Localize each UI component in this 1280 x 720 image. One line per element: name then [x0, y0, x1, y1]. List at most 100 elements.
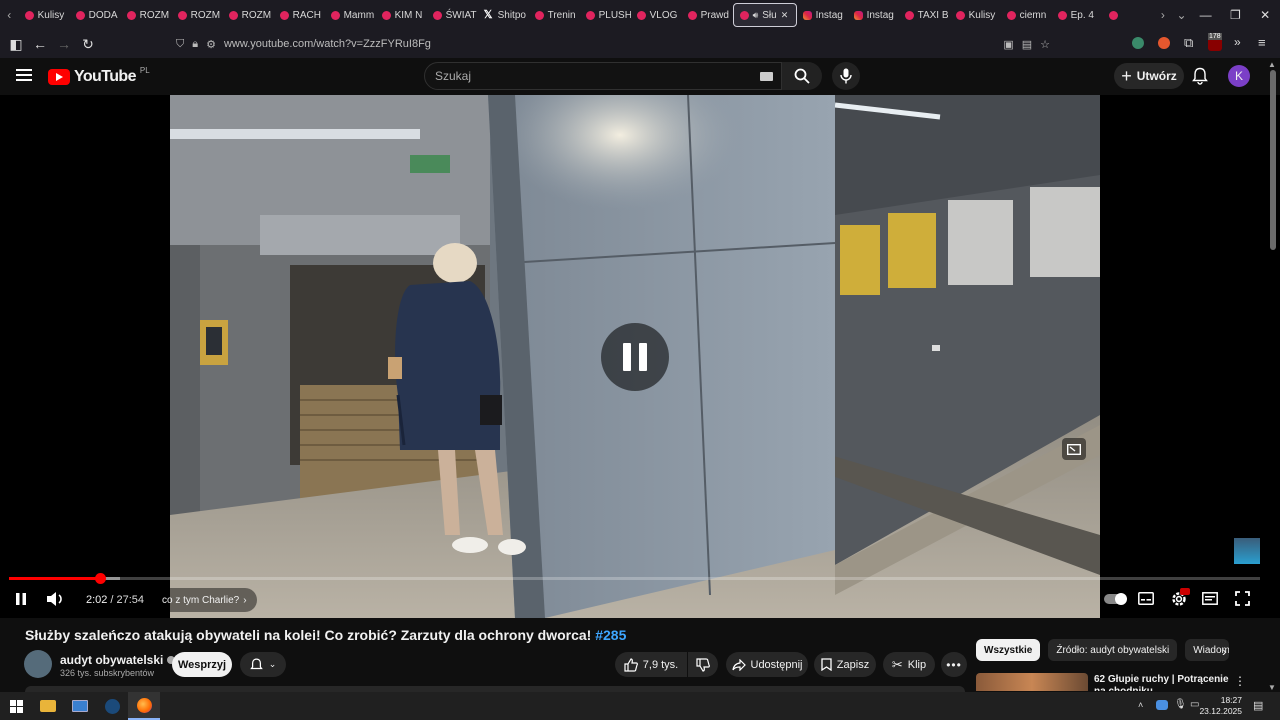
- extensions-puzzle-icon[interactable]: ⧉: [1184, 35, 1193, 51]
- browser-tab[interactable]: ŚWIAT: [427, 3, 478, 27]
- permissions-icon[interactable]: ⚙︎: [206, 38, 216, 51]
- overflow-menu-icon[interactable]: »: [1234, 35, 1241, 49]
- steam-icon[interactable]: [96, 692, 128, 720]
- system-clock[interactable]: 18:27 23.12.2025: [1199, 695, 1242, 717]
- start-button[interactable]: [0, 692, 32, 720]
- like-button[interactable]: 7,9 tys.: [615, 652, 687, 677]
- chip-source-channel[interactable]: Źródło: audyt obywatelski: [1048, 639, 1178, 661]
- forward-button[interactable]: →: [52, 36, 76, 52]
- audio-playing-icon[interactable]: 🔊︎: [753, 10, 759, 21]
- search-button[interactable]: [782, 62, 822, 90]
- vpn-extension-icon[interactable]: [1132, 37, 1144, 49]
- channel-name[interactable]: audyt obywatelski: [60, 653, 163, 667]
- address-bar[interactable]: ⛉ 🔒︎ ⚙︎ www.youtube.com/watch?v=ZzzFYRuI…: [176, 33, 1050, 55]
- share-button[interactable]: Udostępnij: [726, 652, 808, 677]
- tray-chevron-icon[interactable]: ˄: [1138, 700, 1143, 710]
- scroll-up-arrow-icon[interactable]: ▲: [1268, 60, 1276, 69]
- clip-button[interactable]: ✂ Klip: [883, 652, 935, 677]
- bookmark-star-icon[interactable]: ☆: [1040, 38, 1050, 51]
- minimize-window-icon[interactable]: —: [1191, 8, 1221, 22]
- tray-app-icon[interactable]: [1156, 700, 1168, 710]
- sidebar-toggle-icon[interactable]: ◧: [4, 36, 28, 53]
- keyboard-icon[interactable]: [760, 72, 773, 81]
- browser-tab[interactable]: ciemn: [1001, 3, 1052, 27]
- recommendation-menu-icon[interactable]: ⋮: [1234, 674, 1246, 688]
- browser-tab[interactable]: Kulisy: [950, 3, 1001, 27]
- chip-all[interactable]: Wszystkie: [976, 639, 1041, 661]
- youtube-logo[interactable]: YouTube PL: [48, 66, 150, 86]
- search-input[interactable]: [435, 69, 735, 83]
- channel-avatar[interactable]: [24, 650, 52, 678]
- browser-tab[interactable]: 𝕏 Shitpo: [478, 3, 529, 27]
- browser-tab[interactable]: ROZM: [223, 3, 274, 27]
- voice-search-button[interactable]: [832, 62, 860, 90]
- browser-tab[interactable]: Instag: [848, 3, 899, 27]
- browser-tab[interactable]: Prawd: [682, 3, 733, 27]
- browser-tab[interactable]: PLUSH: [580, 3, 631, 27]
- firefox-icon[interactable]: [128, 692, 160, 720]
- dislike-button[interactable]: [688, 652, 718, 677]
- browser-tab[interactable]: TAXI B: [899, 3, 950, 27]
- lock-icon[interactable]: 🔒︎: [192, 38, 198, 51]
- browser-tab[interactable]: Trenin: [529, 3, 580, 27]
- fullscreen-button[interactable]: [1235, 591, 1250, 606]
- recommendation-thumbnail[interactable]: [976, 673, 1088, 691]
- browser-tab[interactable]: [1103, 3, 1154, 27]
- file-explorer-icon[interactable]: [32, 692, 64, 720]
- close-tab-icon[interactable]: ✕: [781, 10, 789, 21]
- create-button[interactable]: + Utwórz: [1114, 63, 1184, 89]
- channel-watermark[interactable]: [1234, 538, 1260, 564]
- autoplay-toggle[interactable]: [1104, 593, 1127, 605]
- video-hashtag-link[interactable]: #285: [595, 627, 626, 643]
- browser-tab[interactable]: Mamm: [325, 3, 376, 27]
- tab-scroll-right-icon[interactable]: ›: [1154, 8, 1173, 22]
- settings-button[interactable]: [1170, 588, 1190, 608]
- more-actions-button[interactable]: •••: [941, 652, 967, 677]
- notifications-center-icon[interactable]: ▤: [1253, 699, 1263, 712]
- app-menu-icon[interactable]: ≡: [1258, 35, 1266, 50]
- tab-list-dropdown-icon[interactable]: ⌄: [1172, 8, 1191, 22]
- browser-tab[interactable]: RACH: [274, 3, 325, 27]
- chips-next-arrow-icon[interactable]: ›: [1222, 643, 1227, 659]
- browser-tab[interactable]: DODA: [70, 3, 121, 27]
- restore-window-icon[interactable]: ❐: [1221, 8, 1251, 22]
- browser-tab-active[interactable]: 🔊︎ Słu ✕: [732, 3, 797, 27]
- subscription-bell-button[interactable]: ⌄: [240, 652, 286, 677]
- subtitles-button[interactable]: [1138, 592, 1154, 605]
- pause-button[interactable]: [14, 592, 28, 606]
- video-frame[interactable]: [170, 95, 1100, 618]
- notifications-bell-icon[interactable]: [1192, 67, 1208, 85]
- recommendation-title[interactable]: 62 Głupie ruchy | Potrącenie na chodniku: [1094, 674, 1234, 691]
- pip-overlay-icon[interactable]: [1062, 438, 1086, 460]
- ublock-extension-icon[interactable]: 178: [1208, 33, 1224, 51]
- browser-tab[interactable]: Ep. 4: [1052, 3, 1103, 27]
- url-text[interactable]: www.youtube.com/watch?v=ZzzFYRuI8Fg: [224, 38, 431, 50]
- video-player[interactable]: [0, 95, 1280, 618]
- support-button[interactable]: Wesprzyj: [172, 652, 232, 677]
- reader-view-icon[interactable]: ▤: [1022, 38, 1032, 51]
- save-button[interactable]: Zapisz: [814, 652, 876, 677]
- page-scrollbar-thumb[interactable]: [1270, 70, 1276, 250]
- tray-mic-icon[interactable]: 🎙︎: [1174, 699, 1187, 710]
- miniplayer-button[interactable]: [1202, 592, 1218, 605]
- picture-in-picture-icon[interactable]: ▣: [1003, 38, 1013, 51]
- network-icon[interactable]: ▭: [1190, 699, 1199, 710]
- browser-tab[interactable]: Kulisy: [19, 3, 70, 27]
- browser-tab[interactable]: KIM N: [376, 3, 427, 27]
- this-pc-icon[interactable]: [64, 692, 96, 720]
- close-window-icon[interactable]: ✕: [1250, 8, 1280, 22]
- channel-name-link[interactable]: audyt obywatelski: [60, 653, 176, 667]
- reload-button[interactable]: ↻: [76, 36, 100, 53]
- fox-extension-icon[interactable]: [1158, 37, 1170, 49]
- browser-tab[interactable]: VLOG: [631, 3, 682, 27]
- tracking-protection-icon[interactable]: ⛉: [176, 38, 184, 51]
- account-avatar[interactable]: K: [1228, 65, 1250, 87]
- volume-button[interactable]: [46, 591, 66, 607]
- browser-tab[interactable]: Instag: [797, 3, 848, 27]
- browser-tab[interactable]: ROZM: [121, 3, 172, 27]
- guide-menu-icon[interactable]: [16, 68, 32, 82]
- progress-bar[interactable]: [9, 577, 1260, 580]
- scroll-down-arrow-icon[interactable]: ▼: [1268, 683, 1276, 692]
- search-box[interactable]: [424, 62, 782, 90]
- back-button[interactable]: ←: [28, 36, 52, 52]
